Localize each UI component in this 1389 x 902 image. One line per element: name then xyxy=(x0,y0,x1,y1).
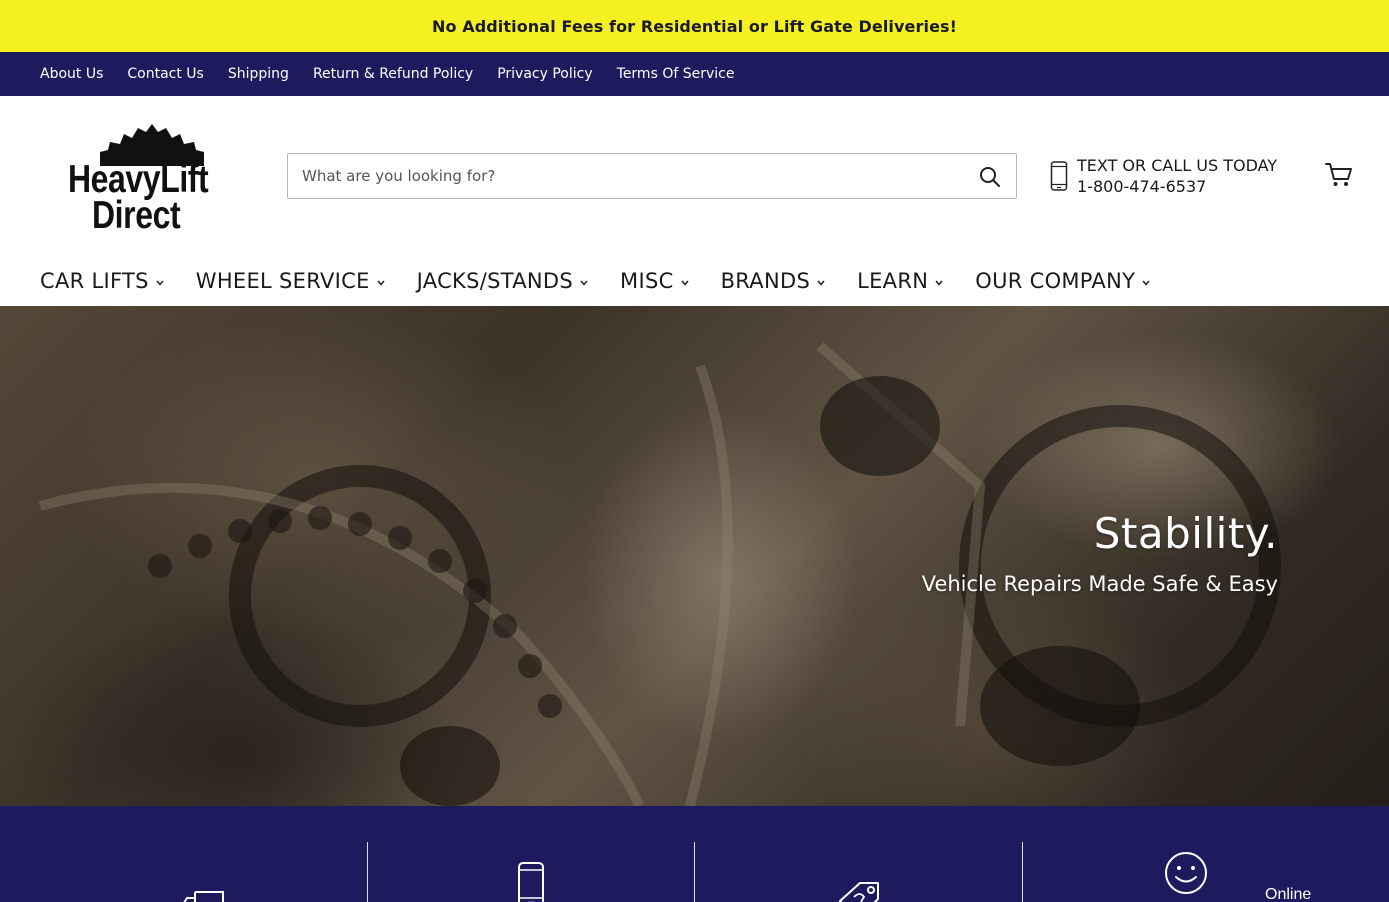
mobile-phone-icon xyxy=(518,862,544,902)
chevron-down-icon xyxy=(817,280,825,286)
nav-item-label: LEARN xyxy=(857,269,929,293)
nav-item-brands[interactable]: BRANDS xyxy=(721,269,826,293)
search-bar xyxy=(287,153,1017,199)
utility-link-terms-of-service[interactable]: Terms Of Service xyxy=(617,66,735,82)
logo-line-2: Direct xyxy=(92,194,181,237)
contact-heading: TEXT OR CALL US TODAY xyxy=(1077,156,1278,175)
nav-item-wheel-service[interactable]: WHEEL SERVICE xyxy=(196,269,385,293)
chevron-down-icon xyxy=(156,280,164,286)
nav-item-label: BRANDS xyxy=(720,269,811,293)
announcement-bar: No Additional Fees for Residential or Li… xyxy=(0,0,1389,52)
chevron-down-icon xyxy=(1142,280,1150,286)
nav-item-car-lifts[interactable]: CAR LIFTS xyxy=(40,269,164,293)
utility-link-shipping[interactable]: Shipping xyxy=(228,66,289,82)
contact-phone-number[interactable]: 1-800-474-6537 xyxy=(1077,177,1206,196)
utility-link-privacy-policy[interactable]: Privacy Policy xyxy=(497,66,592,82)
mobile-phone-icon xyxy=(1050,161,1068,191)
site-logo[interactable]: HeavyLift Direct xyxy=(62,122,238,237)
nav-item-learn[interactable]: LEARN xyxy=(857,269,943,293)
chevron-down-icon xyxy=(680,280,689,286)
nav-item-jacks-stands[interactable]: JACKS/STANDS xyxy=(417,269,588,293)
feature-divider xyxy=(367,842,368,902)
chevron-down-icon xyxy=(935,280,943,286)
nav-item-label: WHEEL SERVICE xyxy=(195,269,370,293)
smiley-face-icon xyxy=(1165,852,1207,894)
feature-divider xyxy=(1022,842,1023,902)
price-tag-icon xyxy=(839,882,879,902)
utility-nav: About Us Contact Us Shipping Return & Re… xyxy=(0,52,1389,96)
hero-title: Stability. xyxy=(1093,509,1278,558)
utility-link-about-us[interactable]: About Us xyxy=(40,66,103,82)
site-header: HeavyLift Direct TEXT OR CALL US TODAY 1… xyxy=(0,96,1389,256)
nav-item-our-company[interactable]: OUR COMPANY xyxy=(975,269,1150,293)
chevron-down-icon xyxy=(377,280,385,286)
shopping-cart-icon[interactable] xyxy=(1325,162,1353,188)
utility-link-return-refund[interactable]: Return & Refund Policy xyxy=(313,66,473,82)
search-input[interactable] xyxy=(302,164,942,188)
nav-item-misc[interactable]: MISC xyxy=(620,269,689,293)
chevron-down-icon xyxy=(580,280,588,286)
hero-banner[interactable]: Stability. Vehicle Repairs Made Safe & E… xyxy=(0,306,1389,806)
chat-status-label[interactable]: Online xyxy=(1265,886,1311,902)
nav-item-label: JACKS/STANDS xyxy=(416,269,574,293)
feature-divider xyxy=(694,842,695,902)
hero-subtitle: Vehicle Repairs Made Safe & Easy xyxy=(921,572,1278,596)
search-icon[interactable] xyxy=(978,165,1002,189)
nav-item-label: CAR LIFTS xyxy=(40,269,149,293)
delivery-truck-icon xyxy=(183,891,224,902)
contact-block[interactable]: TEXT OR CALL US TODAY 1-800-474-6537 xyxy=(1048,156,1308,200)
nav-item-label: OUR COMPANY xyxy=(975,269,1136,293)
nav-item-label: MISC xyxy=(620,269,674,293)
features-strip xyxy=(0,806,1389,902)
announcement-text: No Additional Fees for Residential or Li… xyxy=(431,16,958,36)
utility-link-contact-us[interactable]: Contact Us xyxy=(127,66,203,82)
main-nav: CAR LIFTS WHEEL SERVICE JACKS/STANDS MIS… xyxy=(0,256,1389,306)
